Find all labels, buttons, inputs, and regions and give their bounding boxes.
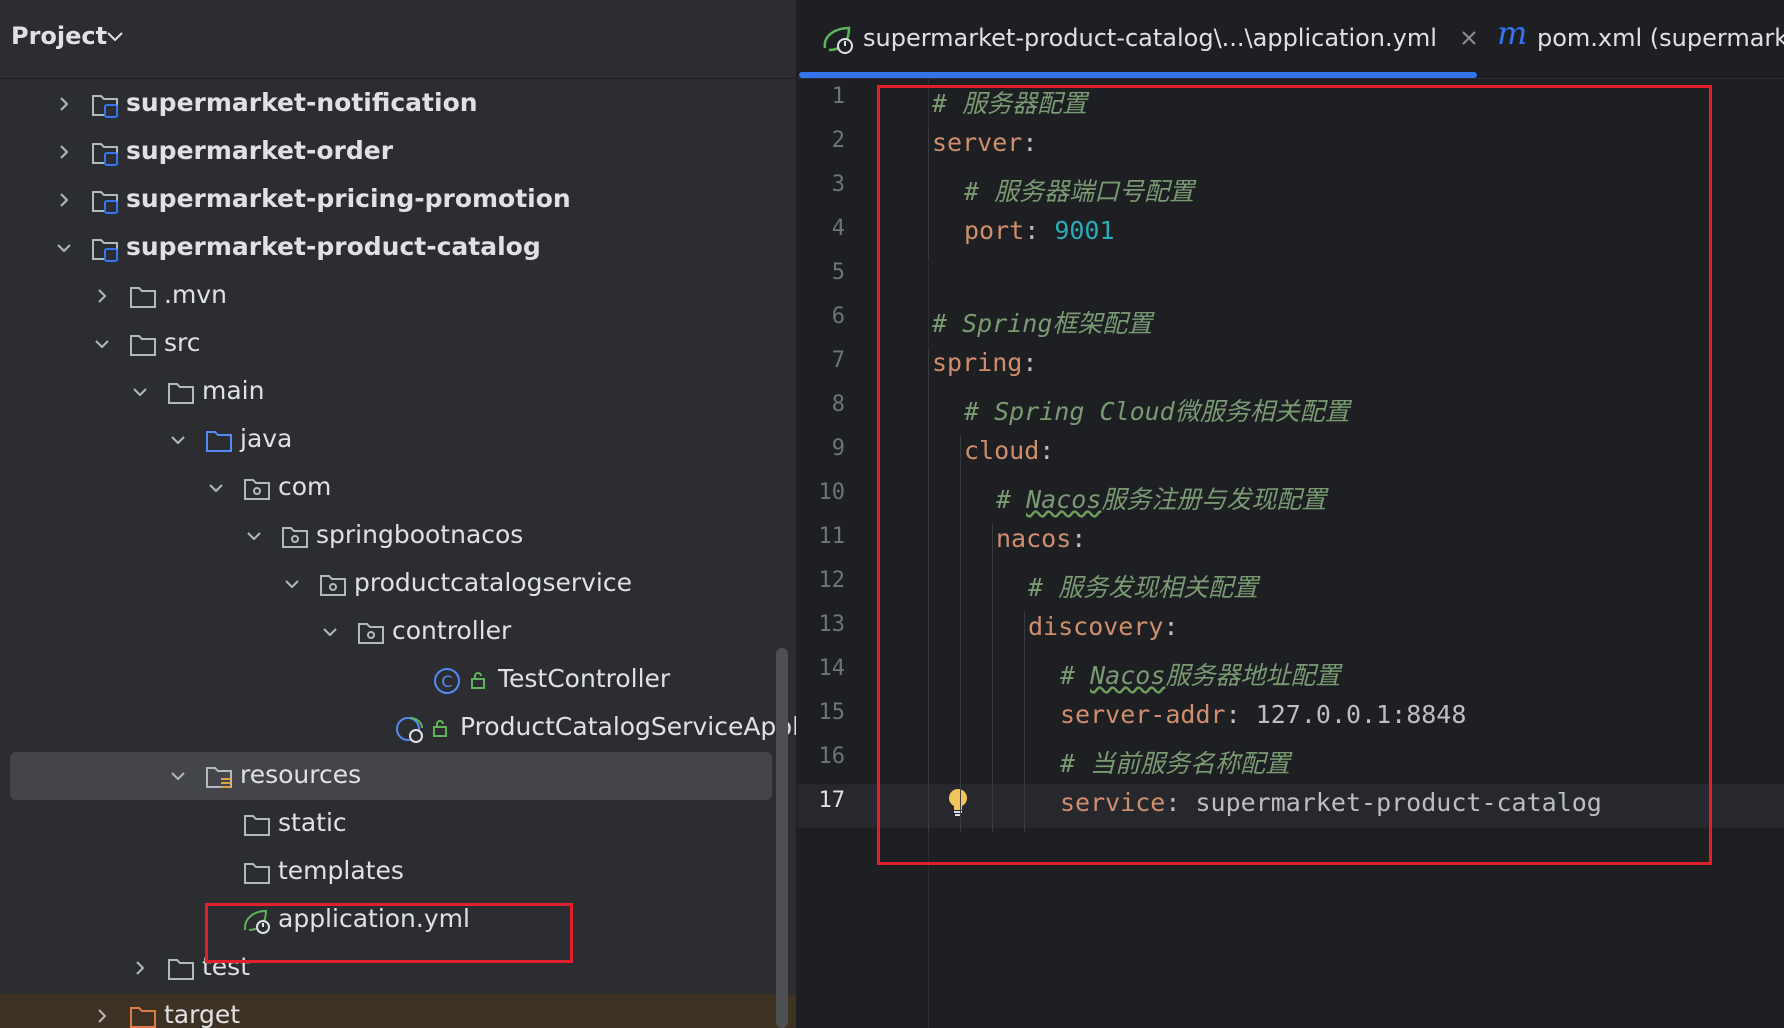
public-access-icon bbox=[471, 672, 485, 689]
chevron-down-icon[interactable] bbox=[56, 240, 72, 256]
close-icon[interactable] bbox=[1461, 30, 1477, 46]
tree-item[interactable]: supermarket-notification bbox=[0, 80, 796, 128]
tree-item[interactable]: C TestController bbox=[0, 656, 796, 704]
chevron-down-icon[interactable] bbox=[246, 528, 262, 544]
chevron-right-icon[interactable] bbox=[132, 960, 148, 976]
tree-item[interactable]: target bbox=[0, 992, 796, 1028]
tree-item[interactable]: templates bbox=[0, 848, 796, 896]
chevron-down-icon[interactable] bbox=[208, 480, 224, 496]
package-icon bbox=[320, 575, 346, 596]
tree-item-label: target bbox=[164, 1000, 241, 1028]
chevron-right-icon[interactable] bbox=[56, 144, 72, 160]
svg-text:C: C bbox=[441, 672, 452, 691]
maven-icon: m bbox=[1497, 14, 1528, 52]
folder-icon bbox=[244, 815, 270, 836]
chevron-right-icon[interactable] bbox=[56, 192, 72, 208]
chevron-right-icon[interactable] bbox=[94, 288, 110, 304]
tab-label: pom.xml (supermarke bbox=[1537, 24, 1784, 52]
tree-item[interactable]: supermarket-product-catalog bbox=[0, 224, 796, 272]
package-icon bbox=[244, 479, 270, 500]
tree-item[interactable]: java bbox=[0, 416, 796, 464]
spring-yml-icon bbox=[823, 26, 853, 54]
indent-guide bbox=[1024, 612, 1025, 832]
tree-item-label: supermarket-notification bbox=[126, 88, 478, 117]
indent-guide bbox=[928, 348, 929, 832]
tree-item[interactable]: supermarket-order bbox=[0, 128, 796, 176]
tree-item-label: supermarket-pricing-promotion bbox=[126, 184, 571, 213]
tree-item[interactable]: ProductCatalogServiceApplicatio bbox=[0, 704, 796, 752]
tree-item-label: static bbox=[278, 808, 347, 837]
project-scrollbar[interactable] bbox=[776, 648, 788, 1028]
tree-item-label: com bbox=[278, 472, 332, 501]
folder-icon bbox=[130, 287, 156, 308]
chevron-down-icon[interactable] bbox=[132, 384, 148, 400]
source-folder-icon bbox=[206, 431, 232, 452]
folder-icon bbox=[244, 863, 270, 884]
project-tree: supermarket-notification supermarket-orde… bbox=[0, 0, 796, 1028]
public-access-icon bbox=[433, 720, 447, 737]
editor-tab-bar: supermarket-product-catalog\...\applicat… bbox=[797, 0, 1784, 79]
indent-guide bbox=[960, 436, 961, 832]
red-annotation-box-code bbox=[877, 85, 1712, 865]
tab-pom-xml[interactable]: m pom.xml (supermarke bbox=[1497, 0, 1784, 78]
editor-pane: supermarket-product-catalog\...\applicat… bbox=[797, 0, 1784, 1028]
tab-application-yml[interactable]: supermarket-product-catalog\...\applicat… bbox=[821, 0, 1501, 78]
tree-item[interactable]: productcatalogservice bbox=[0, 560, 796, 608]
chevron-right-icon[interactable] bbox=[56, 96, 72, 112]
tree-item[interactable]: com bbox=[0, 464, 796, 512]
tree-item-label: .mvn bbox=[164, 280, 227, 309]
chevron-down-icon[interactable] bbox=[322, 624, 338, 640]
resources-folder-icon bbox=[206, 767, 232, 788]
tree-item-label: main bbox=[202, 376, 265, 405]
tree-item-label: resources bbox=[240, 760, 362, 789]
indent-guide bbox=[928, 128, 929, 260]
tree-item[interactable]: resources bbox=[0, 752, 796, 800]
tree-item[interactable]: supermarket-pricing-promotion bbox=[0, 176, 796, 224]
tree-item-label: controller bbox=[392, 616, 512, 645]
module-folder-icon bbox=[92, 143, 118, 166]
tab-label: supermarket-product-catalog\...\applicat… bbox=[863, 24, 1437, 52]
tree-item[interactable]: static bbox=[0, 800, 796, 848]
tree-item-label: supermarket-product-catalog bbox=[126, 232, 541, 261]
red-annotation-box-file bbox=[205, 903, 573, 963]
class-icon: C bbox=[434, 668, 460, 694]
spring-boot-class-icon bbox=[396, 717, 423, 743]
tree-item-label: springbootnacos bbox=[316, 520, 524, 549]
tree-item-label: src bbox=[164, 328, 201, 357]
package-icon bbox=[282, 527, 308, 548]
folder-icon bbox=[168, 959, 194, 980]
tree-item-label: templates bbox=[278, 856, 404, 885]
folder-icon bbox=[168, 383, 194, 404]
project-tool-window: Project supermarket-notification supermar… bbox=[0, 0, 796, 1028]
chevron-right-icon[interactable] bbox=[94, 1008, 110, 1024]
chevron-down-icon[interactable] bbox=[284, 576, 300, 592]
module-folder-icon bbox=[92, 95, 118, 118]
tree-item-label: productcatalogservice bbox=[354, 568, 633, 597]
tree-item-label: TestController bbox=[498, 664, 671, 693]
package-icon bbox=[358, 623, 384, 644]
tree-item[interactable]: main bbox=[0, 368, 796, 416]
chevron-down-icon[interactable] bbox=[94, 336, 110, 352]
tree-item[interactable]: src bbox=[0, 320, 796, 368]
tree-item[interactable]: springbootnacos bbox=[0, 512, 796, 560]
tree-item[interactable]: controller bbox=[0, 608, 796, 656]
tree-item-label: supermarket-order bbox=[126, 136, 394, 165]
chevron-down-icon[interactable] bbox=[170, 768, 186, 784]
tree-item-label: ProductCatalogServiceApplicatio bbox=[460, 712, 796, 741]
module-folder-icon bbox=[92, 239, 118, 262]
tree-item[interactable]: .mvn bbox=[0, 272, 796, 320]
module-folder-icon bbox=[92, 191, 118, 214]
indent-guide bbox=[992, 524, 993, 832]
chevron-down-icon[interactable] bbox=[170, 432, 186, 448]
tree-item-label: java bbox=[240, 424, 293, 453]
folder-icon bbox=[130, 335, 156, 356]
excluded-folder-icon bbox=[130, 1007, 156, 1028]
